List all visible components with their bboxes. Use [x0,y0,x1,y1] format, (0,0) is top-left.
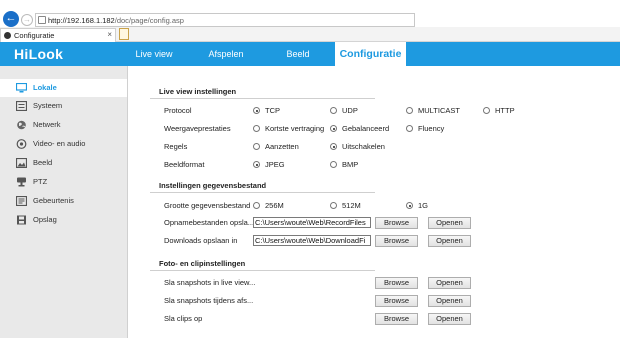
format-bmp-radio[interactable]: BMP [330,160,358,169]
performance-shortest-delay-radio[interactable]: Kortste vertraging [253,124,324,133]
snapshot-live-open-button[interactable]: Openen [428,277,471,289]
file-size-label: Grootte gegevensbestand [164,201,251,210]
nav-live-view[interactable]: Live view [128,42,180,66]
download-browse-button[interactable]: Browse [375,235,418,247]
sidebar-item-label: Gebeurtenis [33,196,74,205]
url-text: http://192.168.1.182/doc/page/config.asp [48,16,184,25]
sidebar-item-label: Systeem [33,101,63,110]
nav-beeld[interactable]: Beeld [270,42,326,66]
sidebar-item-systeem[interactable]: Systeem [0,97,127,115]
logo: HiLook [14,46,64,62]
file-size-512m-radio[interactable]: 512M [330,201,361,210]
system-icon [15,100,28,112]
url-field[interactable]: http://192.168.1.182/doc/page/config.asp [35,13,415,27]
performance-label: Weergaveprestaties [164,124,231,133]
sidebar: Lokale Systeem Netwerk Video- en audio B… [0,66,128,338]
globe-icon [16,120,27,130]
monitor-icon [15,82,28,93]
image-icon [15,157,28,169]
browser-address-bar: ← → http://192.168.1.182/doc/page/config… [0,0,620,27]
clips-browse-button[interactable]: Browse [375,313,418,325]
storage-icon [16,215,27,225]
protocol-label: Protocol [164,106,192,115]
page-icon [38,16,46,24]
format-label: Beeldformat [164,160,205,169]
record-browse-button[interactable]: Browse [375,217,418,229]
nav-configuratie[interactable]: Configuratie [335,42,406,66]
rules-enable-radio[interactable]: Aanzetten [253,142,299,151]
sidebar-item-label: Netwerk [33,120,61,129]
performance-fluency-radio[interactable]: Fluency [406,124,444,133]
record-path-label: Opnamebestanden opsla... [164,218,255,227]
rules-disable-radio[interactable]: Uitschakelen [330,142,385,151]
snapshot-live-label: Sla snapshots in live view... [164,278,256,287]
rules-label: Regels [164,142,188,151]
format-jpeg-radio[interactable]: JPEG [253,160,285,169]
sidebar-item-beeld[interactable]: Beeld [0,154,127,172]
file-size-1g-radio[interactable]: 1G [406,201,428,210]
event-icon [15,195,28,207]
sidebar-item-gebeurtenis[interactable]: Gebeurtenis [0,192,127,210]
snapshot-playback-browse-button[interactable]: Browse [375,295,418,307]
video-icon [16,139,27,149]
sidebar-item-ptz[interactable]: PTZ [0,173,127,191]
section-snapshots: Foto- en clipinstellingen [150,257,375,271]
protocol-http-radio[interactable]: HTTP [483,106,515,115]
section-record-files: Instellingen gegevensbestand [150,179,375,193]
protocol-udp-radio[interactable]: UDP [330,106,358,115]
sidebar-item-label: PTZ [33,177,48,186]
section-live-view: Live view instellingen [150,85,375,99]
sidebar-item-label: Video- en audio [33,139,86,148]
browser-tab[interactable]: Configuratie × [0,28,116,42]
close-icon[interactable]: × [107,30,112,39]
download-path-label: Downloads opslaan in [164,236,238,245]
sidebar-item-lokale[interactable]: Lokale [0,79,127,97]
app-header: HiLook Live view Afspelen Beeld Configur… [0,42,620,66]
sidebar-item-video-audio[interactable]: Video- en audio [0,135,127,153]
new-tab-button[interactable] [119,28,129,40]
sidebar-item-opslag[interactable]: Opslag [0,211,127,229]
clips-open-button[interactable]: Openen [428,313,471,325]
tab-title: Configuratie [14,31,55,40]
snapshot-playback-open-button[interactable]: Openen [428,295,471,307]
sidebar-item-label: Lokale [33,83,57,92]
forward-button[interactable]: → [21,14,33,26]
favicon-icon [4,32,11,39]
sidebar-item-label: Beeld [33,158,53,167]
tab-strip: Configuratie × [0,27,620,42]
performance-balanced-radio[interactable]: Gebalanceerd [330,124,389,133]
record-path-input[interactable]: C:\Users\woute\Web\RecordFiles [253,217,371,228]
protocol-multicast-radio[interactable]: MULTICAST [406,106,460,115]
record-open-button[interactable]: Openen [428,217,471,229]
sidebar-item-netwerk[interactable]: Netwerk [0,116,127,134]
sidebar-item-label: Opslag [33,215,57,224]
snapshot-playback-label: Sla snapshots tijdens afs... [164,296,254,305]
clips-label: Sla clips op [164,314,203,323]
back-button[interactable]: ← [3,11,19,27]
download-path-input[interactable]: C:\Users\woute\Web\DownloadFi [253,235,371,246]
snapshot-live-browse-button[interactable]: Browse [375,277,418,289]
ptz-icon [16,177,27,187]
file-size-256m-radio[interactable]: 256M [253,201,284,210]
protocol-tcp-radio[interactable]: TCP [253,106,280,115]
nav-afspelen[interactable]: Afspelen [198,42,254,66]
download-open-button[interactable]: Openen [428,235,471,247]
